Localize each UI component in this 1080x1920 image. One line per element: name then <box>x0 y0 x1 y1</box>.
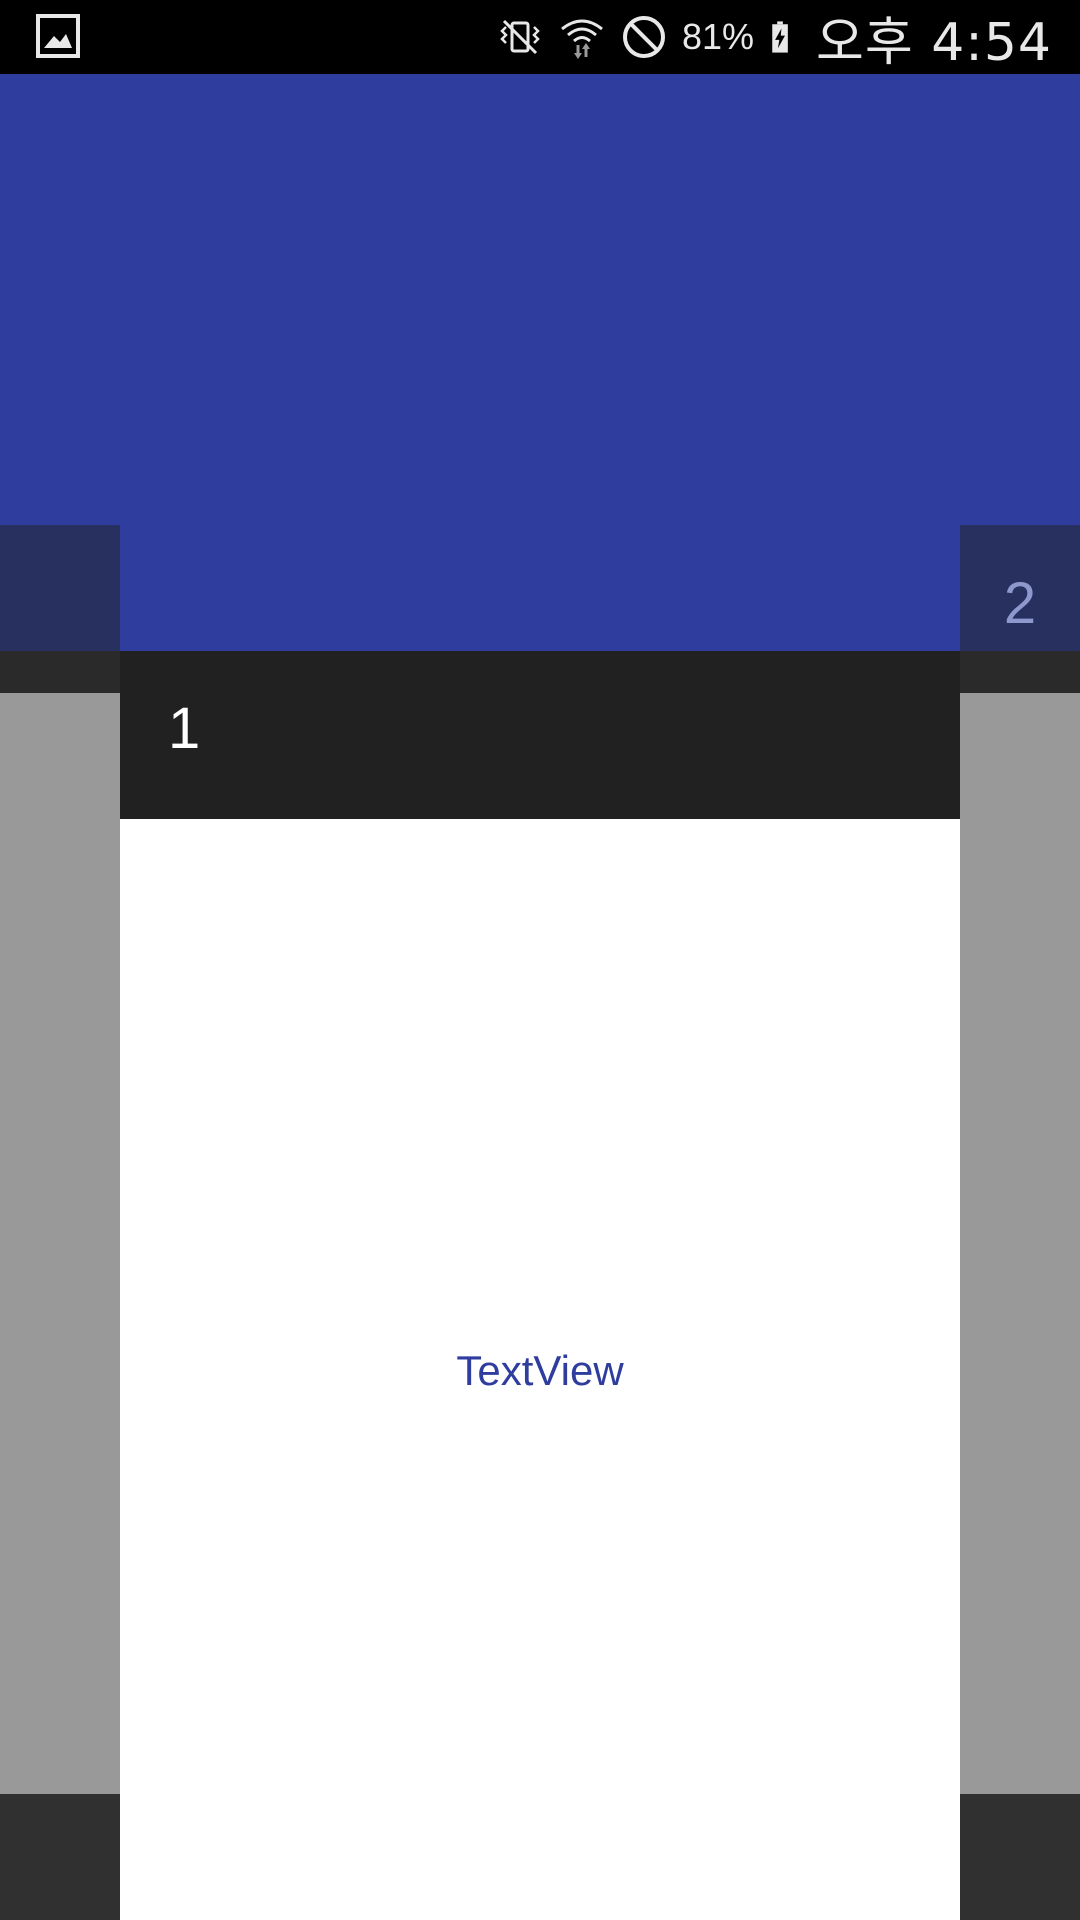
status-icons: 81% 오후 4:54 <box>496 0 1052 74</box>
previous-page-body[interactable] <box>0 693 120 1794</box>
screen: 81% 오후 4:54 2 1 TextView <box>0 0 1080 1920</box>
next-page-title-bar <box>960 651 1080 693</box>
next-page-footer <box>960 1794 1080 1920</box>
card-title-bar: 1 <box>120 651 960 819</box>
text-view: TextView <box>456 1347 624 1394</box>
battery-charging-icon <box>772 21 788 53</box>
battery-percent: 81% <box>681 16 755 57</box>
gallery-icon <box>36 14 80 58</box>
previous-page-header[interactable] <box>0 525 120 651</box>
next-page-label: 2 <box>1003 571 1037 636</box>
card-header-background <box>120 525 960 651</box>
status-bar: 81% 오후 4:54 <box>0 0 1080 74</box>
previous-page-footer <box>0 1794 120 1920</box>
current-page-label: 1 <box>168 696 201 761</box>
previous-page-title-bar <box>0 651 120 693</box>
toolbar-background <box>0 74 1080 525</box>
current-page-card[interactable]: 1 TextView <box>120 525 960 1920</box>
blocked-icon <box>622 16 665 58</box>
vibrate-mute-icon <box>500 19 540 55</box>
wifi-icon <box>561 19 603 59</box>
clock: 오후 4:54 <box>816 12 1052 73</box>
next-page-body[interactable] <box>960 693 1080 1794</box>
